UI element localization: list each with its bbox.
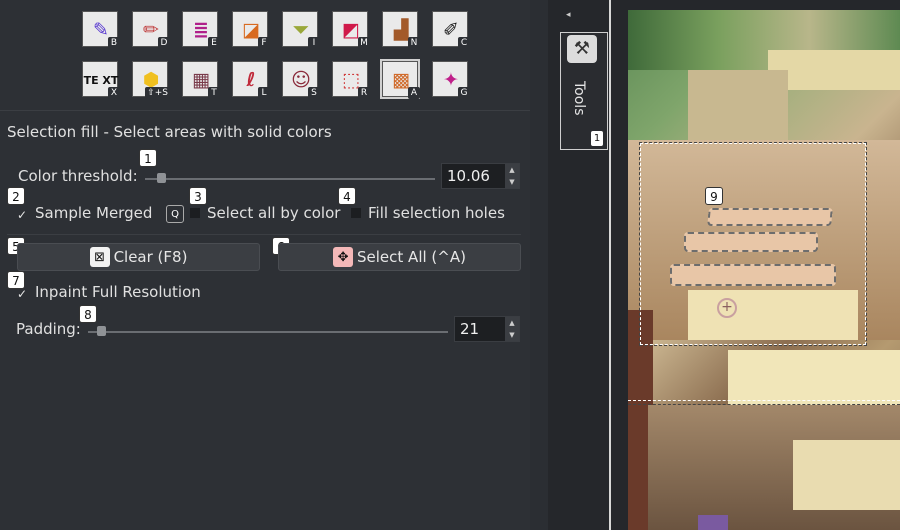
stamp-tool-button[interactable]: ▟ N xyxy=(382,11,420,49)
shortcut-key: T xyxy=(208,87,220,99)
image-canvas[interactable]: 9 + xyxy=(628,10,900,530)
shortcut-badge: Q xyxy=(166,205,184,223)
spin-arrows-icon[interactable]: ▲ ▼ xyxy=(505,164,519,188)
shortcut-key: E xyxy=(208,37,220,49)
padding-label: Padding: xyxy=(16,320,81,338)
gradient-tool-button[interactable]: ◩ M xyxy=(332,11,370,49)
inpaint-full-resolution-label: Inpaint Full Resolution xyxy=(35,283,201,301)
sample-merged-checkbox[interactable]: ✓ xyxy=(17,209,29,221)
collapse-arrow-icon[interactable]: ◂ xyxy=(566,10,571,20)
eyedropper-tool-button[interactable]: ✐ C xyxy=(432,11,470,49)
fill-selection-holes-label: Fill selection holes xyxy=(368,204,505,222)
fill-selection-holes-checkbox[interactable] xyxy=(351,208,361,218)
shortcut-key: ⇧+S xyxy=(145,87,170,99)
selection-fill-tool-button[interactable]: ▩ A xyxy=(380,59,420,99)
text-tool-button[interactable]: TE XT X xyxy=(82,61,120,99)
shortcut-key: D xyxy=(158,37,170,49)
filter-tool-button[interactable]: ⏷ I xyxy=(282,11,320,49)
rect-select-tool-button[interactable]: ⬚ R xyxy=(332,61,370,99)
select-all-button-label: Select All (^A) xyxy=(357,248,466,266)
shortcut-key: R xyxy=(358,87,370,99)
shortcut-key: B xyxy=(108,37,120,49)
spinbox-value: 21 xyxy=(460,320,480,338)
selected-fill-area xyxy=(670,264,836,286)
shortcut-key: M xyxy=(358,37,370,49)
slider-handle[interactable] xyxy=(97,326,106,336)
magic-select-tool-button[interactable]: ✦ G xyxy=(432,61,470,99)
canvas-region xyxy=(793,440,900,510)
shortcut-key: C xyxy=(458,37,470,49)
color-threshold-spinbox[interactable]: 10.06 ▲ ▼ xyxy=(441,163,520,189)
annotation-badge: 2 xyxy=(7,187,25,205)
selected-fill-area xyxy=(707,208,833,226)
selected-fill-area xyxy=(684,232,818,252)
tool-panel: ✎ B ✏ D ≣ E ◪ F ⏷ I ◩ M ▟ N ✐ C TE XT X ⬢ ⇧+S ▦ T ℓ… xyxy=(0,0,530,530)
padding-spinbox[interactable]: 21 ▲ ▼ xyxy=(454,316,520,342)
tools-dock-tab[interactable]: ⚒ Tools 1 xyxy=(560,32,608,150)
clear-button-label: Clear (F8) xyxy=(113,248,188,266)
shortcut-key: X xyxy=(108,87,120,99)
annotation-badge: 1 xyxy=(139,149,157,167)
canvas-region xyxy=(698,515,728,530)
padding-slider[interactable] xyxy=(88,331,448,333)
dock-divider[interactable] xyxy=(609,0,611,530)
face-select-tool-button[interactable]: ☺ S xyxy=(282,61,320,99)
lasso-tool-button[interactable]: ℓL xyxy=(232,61,270,99)
transform-tool-button[interactable]: ▦ T xyxy=(182,61,220,99)
wrench-icon: ⚒ xyxy=(567,35,597,63)
crosshair-cursor-icon: + xyxy=(717,298,737,318)
clear-button[interactable]: ⊠ Clear (F8) xyxy=(17,243,260,271)
divider xyxy=(0,110,530,111)
select-all-icon: ✥ xyxy=(333,247,354,267)
shortcut-key: G xyxy=(458,87,470,99)
canvas-region xyxy=(688,70,788,140)
select-all-by-color-checkbox[interactable] xyxy=(190,208,200,218)
selection-boundary-line xyxy=(628,400,900,405)
shortcut-key: I xyxy=(308,37,320,49)
shortcut-key: A xyxy=(408,87,420,99)
annotation-badge: 4 xyxy=(338,187,356,205)
shortcut-key: L xyxy=(258,87,270,99)
slider-handle[interactable] xyxy=(157,173,166,183)
color-threshold-slider[interactable] xyxy=(145,178,435,180)
annotation-badge: 9 xyxy=(705,187,723,205)
inpaint-full-resolution-checkbox[interactable]: ✓ xyxy=(17,288,29,300)
eraser-tool-button[interactable]: ≣ E xyxy=(182,11,220,49)
shortcut-key: N xyxy=(408,37,420,49)
select-all-by-color-label: Select all by color xyxy=(207,204,341,222)
fill-tool-button[interactable]: ◪ F xyxy=(232,11,270,49)
shape-tool-button[interactable]: ⬢ ⇧+S xyxy=(132,61,170,99)
divider xyxy=(7,234,521,235)
dock-badge: 1 xyxy=(591,131,603,146)
clear-selection-icon: ⊠ xyxy=(89,247,110,267)
annotation-badge: 8 xyxy=(79,305,97,323)
sample-merged-label: Sample Merged xyxy=(35,204,153,222)
spin-arrows-icon[interactable]: ▲ ▼ xyxy=(505,317,519,341)
brush-tool-button[interactable]: ✎ B xyxy=(82,11,120,49)
shortcut-key: F xyxy=(258,37,270,49)
tool-heading: Selection fill - Select areas with solid… xyxy=(7,123,332,141)
color-threshold-label: Color threshold: xyxy=(18,167,138,185)
select-all-button[interactable]: ✥ Select All (^A) xyxy=(278,243,521,271)
pencil-tool-button[interactable]: ✏ D xyxy=(132,11,170,49)
shortcut-key: S xyxy=(308,87,320,99)
spinbox-value: 10.06 xyxy=(447,167,490,185)
tools-dock-label: Tools xyxy=(571,81,587,116)
annotation-badge: 3 xyxy=(189,187,207,205)
